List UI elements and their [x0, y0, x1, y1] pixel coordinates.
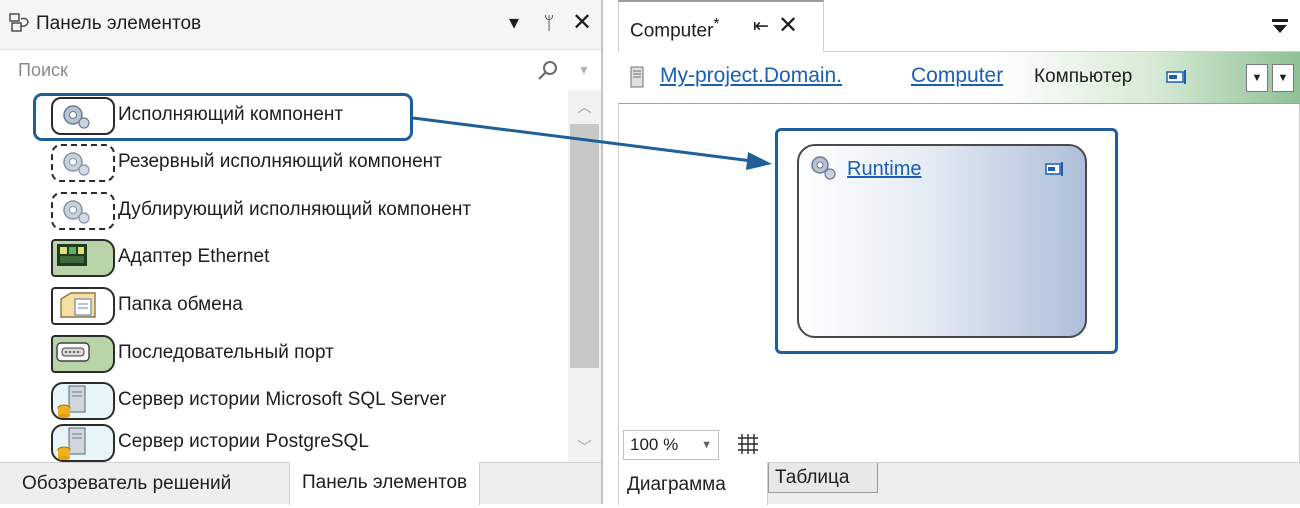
tab-title: Computer* — [630, 16, 720, 42]
toolbox-item-history-server-mssql[interactable]: Сервер истории Microsoft SQL Server — [45, 380, 565, 422]
database-server-icon — [51, 382, 115, 420]
toolbox-title: Панель элементов — [36, 13, 202, 34]
pin-icon[interactable]: ᛘ — [537, 9, 561, 37]
grid-icon[interactable] — [735, 432, 761, 456]
toolbox-item-label: Адаптер Ethernet — [118, 246, 270, 267]
toolbox-item-serial-port[interactable]: Последовательный порт — [45, 333, 565, 375]
document-tabstrip: Computer* ⇤ ✕ — [618, 0, 1300, 52]
runtime-node-link[interactable]: Runtime — [847, 158, 921, 181]
scroll-up-arrow-icon[interactable]: ︿ — [568, 90, 601, 120]
tab-list-menu-icon[interactable] — [1268, 14, 1292, 38]
modified-mark: * — [713, 16, 720, 33]
toolbox-panel: Панель элементов ▾ ᛘ ✕ ▼ Исполняющий ком… — [0, 0, 603, 505]
zoom-select[interactable]: 100 % ▼ — [623, 430, 719, 460]
toolbox-item-ethernet-adapter[interactable]: Адаптер Ethernet — [45, 237, 565, 279]
zoom-value: 100 % — [630, 435, 679, 454]
toolbox-list: Исполняющий компонент Резервный исполняю… — [0, 90, 568, 462]
tab-title-text: Computer — [630, 20, 714, 42]
breadcrumb-dropdown-2[interactable]: ▼ — [1272, 64, 1294, 92]
document-panel: Computer* ⇤ ✕ My-project.Domain. Compute… — [618, 0, 1300, 505]
toolbox-item-history-server-postgresql[interactable]: Сервер истории PostgreSQL — [45, 422, 565, 464]
computer-icon — [630, 66, 644, 88]
diagram-canvas[interactable]: Runtime 100 % ▼ — [618, 104, 1300, 462]
gear-runtime-icon — [51, 97, 115, 135]
gear-runtime-dashed-icon — [51, 192, 115, 230]
database-server-icon — [51, 424, 115, 462]
toolbox-item-exchange-folder[interactable]: Папка обмена — [45, 285, 565, 327]
toolbox-item-label: Папка обмена — [118, 294, 243, 315]
scroll-down-arrow-icon[interactable]: ﹀ — [568, 432, 601, 462]
folder-icon — [51, 287, 115, 325]
breadcrumb-namespace-link[interactable]: My-project.Domain. — [660, 64, 842, 88]
tab-solution-explorer[interactable]: Обозреватель решений — [10, 463, 243, 505]
toolbox-item-label: Исполняющий компонент — [118, 104, 344, 125]
scrollbar-thumb[interactable] — [570, 124, 599, 368]
tab-diagram[interactable]: Диаграмма — [618, 462, 768, 505]
toolbox-scrollbar[interactable]: ︿ ﹀ — [568, 90, 601, 462]
tab-computer[interactable]: Computer* ⇤ ✕ — [618, 0, 824, 52]
toolbox-search-bar: ▼ — [0, 50, 601, 90]
toolbox-item-runtime[interactable]: Исполняющий компонент — [45, 95, 565, 137]
breadcrumb: My-project.Domain. Computer Компьютер ▼ … — [618, 52, 1300, 104]
search-options-dropdown[interactable]: ▼ — [574, 58, 594, 82]
tab-toolbox[interactable]: Панель элементов — [289, 462, 481, 505]
left-bottom-tabs: Обозреватель решений Панель элементов — [0, 462, 601, 505]
close-tab-icon[interactable]: ✕ — [775, 12, 801, 40]
gear-runtime-icon — [811, 156, 836, 180]
toolbox-item-duplicate-runtime[interactable]: Дублирующий исполняющий компонент — [45, 190, 565, 232]
breadcrumb-dropdown-1[interactable]: ▼ — [1246, 64, 1268, 92]
toolbox-icon — [9, 13, 29, 32]
gear-runtime-dashed-icon — [51, 144, 115, 182]
chevron-down-icon: ▼ — [701, 439, 712, 451]
search-input[interactable] — [6, 54, 526, 86]
toolbox-header: Панель элементов ▾ ᛘ ✕ — [0, 0, 601, 50]
properties-icon[interactable] — [1166, 69, 1188, 85]
toolbox-item-label: Резервный исполняющий компонент — [118, 151, 442, 172]
toolbox-item-label: Последовательный порт — [118, 342, 334, 363]
pin-tab-icon[interactable]: ⇤ — [749, 14, 773, 40]
serial-port-icon — [51, 335, 115, 373]
properties-icon[interactable] — [1045, 162, 1065, 176]
close-icon[interactable]: ✕ — [570, 9, 594, 37]
toolbox-item-label: Сервер истории PostgreSQL — [118, 431, 369, 452]
breadcrumb-name-link[interactable]: Computer — [911, 64, 1003, 88]
toolbox-item-label: Дублирующий исполняющий компонент — [118, 199, 472, 220]
document-bottom-tabs: Диаграмма Таблица — [618, 462, 1300, 505]
network-card-icon — [51, 239, 115, 277]
search-icon[interactable] — [536, 59, 560, 83]
runtime-node[interactable]: Runtime — [797, 144, 1087, 338]
toolbox-item-backup-runtime[interactable]: Резервный исполняющий компонент — [45, 142, 565, 184]
tab-table[interactable]: Таблица — [768, 463, 878, 493]
window-position-dropdown[interactable]: ▾ — [502, 9, 526, 37]
toolbox-item-label: Сервер истории Microsoft SQL Server — [118, 389, 447, 410]
breadcrumb-caption: Компьютер — [1034, 66, 1133, 87]
